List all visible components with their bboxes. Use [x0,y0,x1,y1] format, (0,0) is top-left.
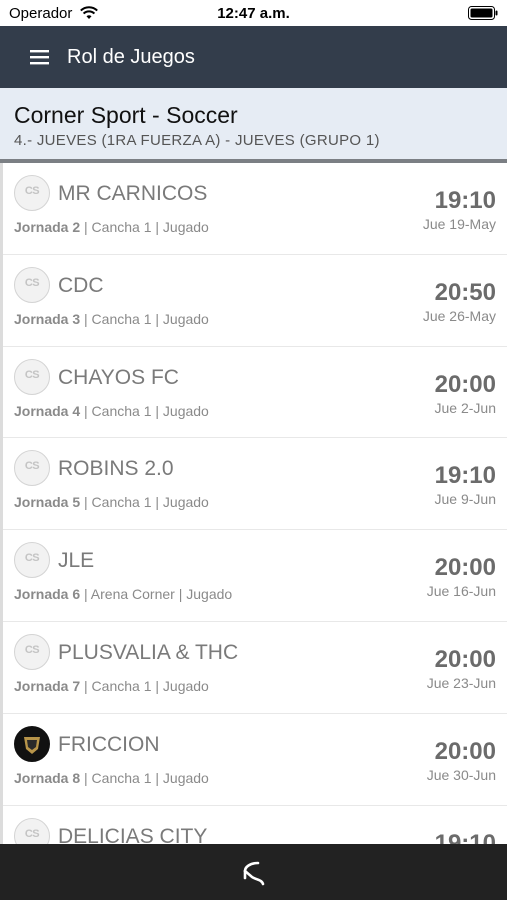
game-date: Jue 2-Jun [434,399,496,416]
game-row[interactable]: CS JLE Jornada 6 | Arena Corner | Jugado 20… [3,530,507,622]
venue-status: | Cancha 1 | Jugado [80,310,209,327]
game-time: 20:00 [434,370,496,398]
game-time: 20:50 [434,278,496,306]
game-row[interactable]: CS DELICIAS CITY 19:10 [3,806,507,844]
jornada-label: Jornada 7 [14,677,81,694]
jornada-label: Jornada 8 [14,769,81,786]
team-logo [14,725,50,762]
jornada-label: Jornada 4 [14,402,81,419]
game-row[interactable]: CS CHAYOS FC Jornada 4 | Cancha 1 | Jugado… [3,347,507,439]
game-time: 20:00 [434,645,496,673]
league-header: Corner Sport - Soccer 4.- JUEVES (1RA FU… [0,88,507,159]
logo-initials: CS [24,368,40,381]
clock: 12:47 a.m. [217,5,290,22]
game-time: 20:00 [434,737,496,765]
game-row[interactable]: CS ROBINS 2.0 Jornada 5 | Cancha 1 | Jugad… [3,438,507,531]
game-details: Jornada 8 | Cancha 1 | Jugado [14,770,209,786]
league-subtitle: 4.- JUEVES (1RA FUERZA A) - JUEVES (GRUP… [14,132,380,149]
hamburger-menu-icon[interactable] [29,48,51,66]
team-name: JLE [58,549,95,573]
team-name: MR CARNICOS [58,182,208,205]
game-row[interactable]: CS CDC Jornada 3 | Cancha 1 | Jugado 20:50 J… [3,255,507,347]
team-logo: CS [14,817,50,844]
games-list[interactable]: CS MR CARNICOS Jornada 2 | Cancha 1 | Juga… [0,163,507,844]
venue-status: | Arena Corner | Jugado [80,586,233,603]
team-name: CHAYOS FC [58,365,179,389]
team-name: FRICCION [58,732,160,756]
game-date: Jue 26-May [422,307,496,324]
team-logo: CS [14,175,50,211]
game-time: 19:10 [434,462,496,490]
game-details: Jornada 7 | Cancha 1 | Jugado [14,678,209,694]
team-logo: CS [14,358,50,395]
game-details: Jornada 3 | Cancha 1 | Jugado [14,311,209,327]
game-time: 19:10 [434,187,496,214]
venue-status: | Cancha 1 | Jugado [80,402,209,419]
game-date: Jue 19-May [422,216,496,232]
game-date: Jue 30-Jun [426,766,496,783]
game-row[interactable]: CS PLUSVALIA & THC Jornada 7 | Cancha 1 | … [3,622,507,714]
game-date: Jue 16-Jun [426,583,496,600]
team-name: DELICIAS CITY [58,824,208,844]
team-logo: CS [14,542,50,579]
logo-initials: CS [24,185,40,197]
game-time: 19:10 [434,829,496,844]
logo-initials: CS [24,827,40,840]
logo-initials: CS [24,643,40,656]
logo-initials: CS [24,552,40,565]
venue-status: | Cancha 1 | Jugado [80,769,209,786]
jornada-label: Jornada 3 [14,310,81,327]
logo-initials: CS [24,460,40,473]
game-time: 20:00 [434,554,496,582]
battery-icon [468,6,498,20]
game-details: Jornada 4 | Cancha 1 | Jugado [14,403,209,419]
venue-status: | Cancha 1 | Jugado [80,494,209,511]
venue-status: | Cancha 1 | Jugado [80,219,209,235]
team-logo: CS [14,450,50,487]
page-title: Rol de Juegos [67,46,195,68]
bottom-toolbar [0,844,507,900]
game-row[interactable]: FRICCION Jornada 8 | Cancha 1 | Jugado 20:… [3,714,507,806]
team-logo: CS [14,633,50,670]
team-name: PLUSVALIA & THC [58,640,239,664]
game-details: Jornada 2 | Cancha 1 | Jugado [14,219,209,235]
league-title: Corner Sport - Soccer [14,102,238,128]
game-row[interactable]: CS MR CARNICOS Jornada 2 | Cancha 1 | Juga… [3,163,507,255]
back-arrow-icon[interactable] [239,858,269,886]
game-date: Jue 23-Jun [426,674,496,691]
logo-initials: CS [24,276,40,289]
jornada-label: Jornada 6 [14,586,81,603]
game-details: Jornada 6 | Arena Corner | Jugado [14,586,232,602]
team-name: CDC [58,273,104,297]
game-date: Jue 9-Jun [434,491,496,508]
navigation-bar: Rol de Juegos [0,26,507,88]
team-crest-icon [16,727,48,760]
status-bar: Operador 12:47 a.m. [0,0,507,26]
jornada-label: Jornada 2 [14,219,81,235]
team-name: ROBINS 2.0 [58,457,174,481]
venue-status: | Cancha 1 | Jugado [80,677,209,694]
team-logo: CS [14,266,50,303]
jornada-label: Jornada 5 [14,494,81,511]
game-details: Jornada 5 | Cancha 1 | Jugado [14,494,209,510]
